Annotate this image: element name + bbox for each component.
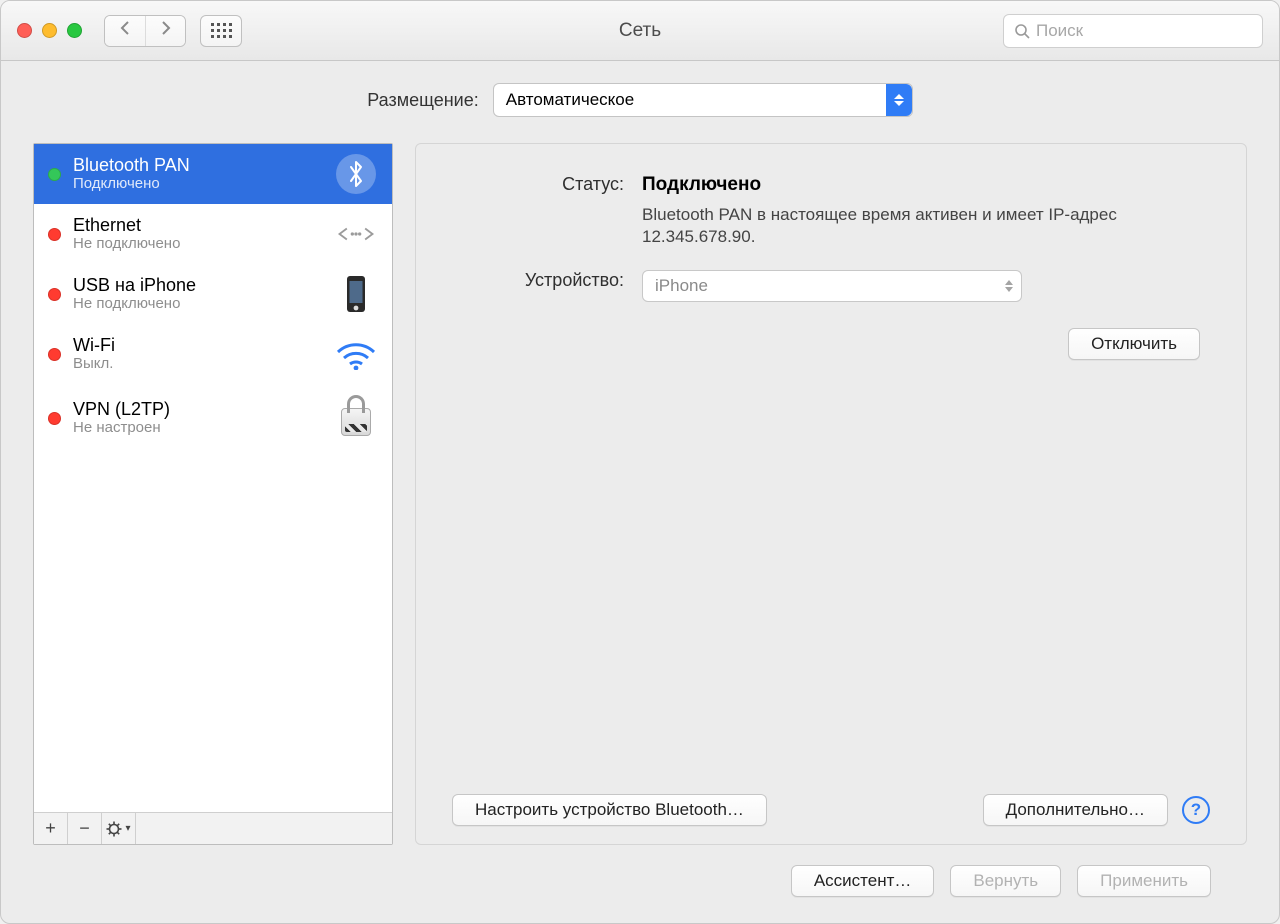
nav-back-forward [104, 15, 186, 47]
apply-button[interactable]: Применить [1077, 865, 1211, 897]
location-popup[interactable]: Автоматическое [493, 83, 913, 117]
help-button[interactable]: ? [1182, 796, 1210, 824]
service-title: Wi-Fi [73, 335, 322, 355]
device-row: Устройство: iPhone [452, 270, 1210, 302]
device-popup[interactable]: iPhone [642, 270, 1022, 302]
service-subtitle: Не настроен [73, 419, 322, 437]
minimize-window-button[interactable] [42, 23, 57, 38]
services-list: Bluetooth PAN Подключено Ethernet [34, 144, 392, 812]
service-text: VPN (L2TP) Не настроен [73, 399, 322, 437]
location-label: Размещение: [367, 90, 478, 111]
popup-arrows-icon [1005, 280, 1013, 292]
ethernet-icon [334, 214, 378, 254]
location-value: Автоматическое [506, 90, 634, 110]
service-text: USB на iPhone Не подключено [73, 275, 322, 313]
revert-button[interactable]: Вернуть [950, 865, 1061, 897]
advanced-button[interactable]: Дополнительно… [983, 794, 1168, 826]
close-window-button[interactable] [17, 23, 32, 38]
gear-icon [106, 821, 122, 837]
status-dot-connected-icon [48, 168, 61, 181]
service-title: VPN (L2TP) [73, 399, 322, 419]
lock-icon [334, 402, 378, 442]
toolbar [104, 15, 242, 47]
service-vpn[interactable]: VPN (L2TP) Не настроен [34, 384, 392, 452]
bluetooth-icon [334, 154, 378, 194]
detail-bottom-bar: Настроить устройство Bluetooth… Дополнит… [452, 794, 1210, 826]
search-icon [1014, 23, 1030, 39]
device-label: Устройство: [452, 270, 642, 302]
status-row: Статус: Подключено Bluetooth PAN в насто… [452, 174, 1210, 248]
nav-back-button[interactable] [105, 16, 145, 46]
status-dot-disconnected-icon [48, 288, 61, 301]
status-value: Подключено [642, 174, 1210, 196]
status-dot-disconnected-icon [48, 348, 61, 361]
disconnect-button[interactable]: Отключить [1068, 328, 1200, 360]
search-field[interactable] [1003, 14, 1263, 48]
status-value-block: Подключено Bluetooth PAN в настоящее вре… [642, 174, 1210, 248]
status-label: Статус: [452, 174, 642, 248]
service-text: Ethernet Не подключено [73, 215, 322, 253]
status-dot-disconnected-icon [48, 228, 61, 241]
services-sidebar: Bluetooth PAN Подключено Ethernet [33, 143, 393, 845]
sidebar-footer: + − ▾ [34, 812, 392, 844]
add-service-button[interactable]: + [34, 813, 68, 844]
service-actions-button[interactable]: ▾ [102, 813, 136, 844]
service-wifi[interactable]: Wi-Fi Выкл. [34, 324, 392, 384]
configure-bluetooth-button[interactable]: Настроить устройство Bluetooth… [452, 794, 767, 826]
status-description: Bluetooth PAN в настоящее время активен … [642, 204, 1210, 248]
device-value-block: iPhone [642, 270, 1210, 302]
system-preferences-network-window: Сеть Размещение: Автоматическое Blu [0, 0, 1280, 924]
service-title: USB на iPhone [73, 275, 322, 295]
popup-arrows-icon [886, 84, 912, 116]
iphone-icon [334, 274, 378, 314]
device-value: iPhone [655, 276, 708, 296]
remove-service-button[interactable]: − [68, 813, 102, 844]
service-ethernet[interactable]: Ethernet Не подключено [34, 204, 392, 264]
disconnect-row: Отключить [452, 328, 1210, 360]
chevron-down-icon: ▾ [125, 823, 130, 834]
show-all-prefs-button[interactable] [200, 15, 242, 47]
service-bluetooth-pan[interactable]: Bluetooth PAN Подключено [34, 144, 392, 204]
service-subtitle: Не подключено [73, 235, 322, 253]
content-area: Размещение: Автоматическое Bluetooth PAN… [1, 61, 1279, 923]
service-title: Ethernet [73, 215, 322, 235]
service-subtitle: Выкл. [73, 355, 322, 373]
service-text: Wi-Fi Выкл. [73, 335, 322, 373]
service-subtitle: Подключено [73, 175, 322, 193]
grid-icon [211, 23, 232, 38]
service-title: Bluetooth PAN [73, 155, 322, 175]
main-splitter: Bluetooth PAN Подключено Ethernet [33, 143, 1247, 845]
zoom-window-button[interactable] [67, 23, 82, 38]
wifi-icon [334, 334, 378, 374]
search-input[interactable] [1036, 21, 1252, 41]
window-controls [17, 23, 82, 38]
detail-panel: Статус: Подключено Bluetooth PAN в насто… [415, 143, 1247, 845]
status-dot-disconnected-icon [48, 412, 61, 425]
footer-buttons: Ассистент… Вернуть Применить [33, 845, 1247, 901]
location-row: Размещение: Автоматическое [33, 83, 1247, 117]
service-usb-iphone[interactable]: USB на iPhone Не подключено [34, 264, 392, 324]
service-subtitle: Не подключено [73, 295, 322, 313]
titlebar: Сеть [1, 1, 1279, 61]
nav-forward-button[interactable] [145, 16, 185, 46]
service-text: Bluetooth PAN Подключено [73, 155, 322, 193]
assistant-button[interactable]: Ассистент… [791, 865, 935, 897]
